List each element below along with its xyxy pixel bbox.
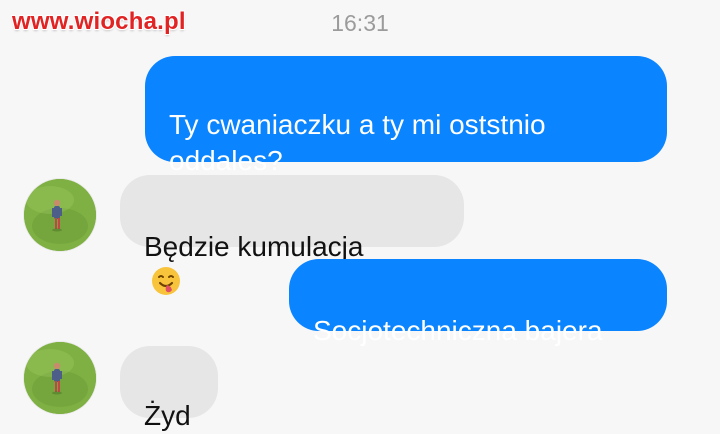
chat-timestamp: 16:31: [331, 10, 389, 36]
message-bubble-outgoing-2[interactable]: Socjotechniczna bajera: [289, 259, 667, 346]
contact-avatar[interactable]: [24, 342, 96, 414]
contact-avatar[interactable]: [24, 179, 96, 251]
tongue-wink-emoji-icon: [152, 267, 180, 295]
message-text: Socjotechniczna bajera: [313, 315, 603, 346]
message-bubble-outgoing-1[interactable]: Ty cwaniaczku a ty mi oststnio oddales?: [145, 56, 667, 176]
message-text: Ty cwaniaczku a ty mi oststnio oddales?: [169, 109, 546, 176]
message-text: Będzie kumulacja: [144, 231, 364, 262]
message-bubble-incoming-2[interactable]: Żyd: [120, 346, 218, 431]
message-bubble-incoming-1[interactable]: Będzie kumulacja: [120, 175, 464, 295]
contact-avatar-icon: [24, 342, 96, 414]
contact-avatar-icon: [24, 179, 96, 251]
